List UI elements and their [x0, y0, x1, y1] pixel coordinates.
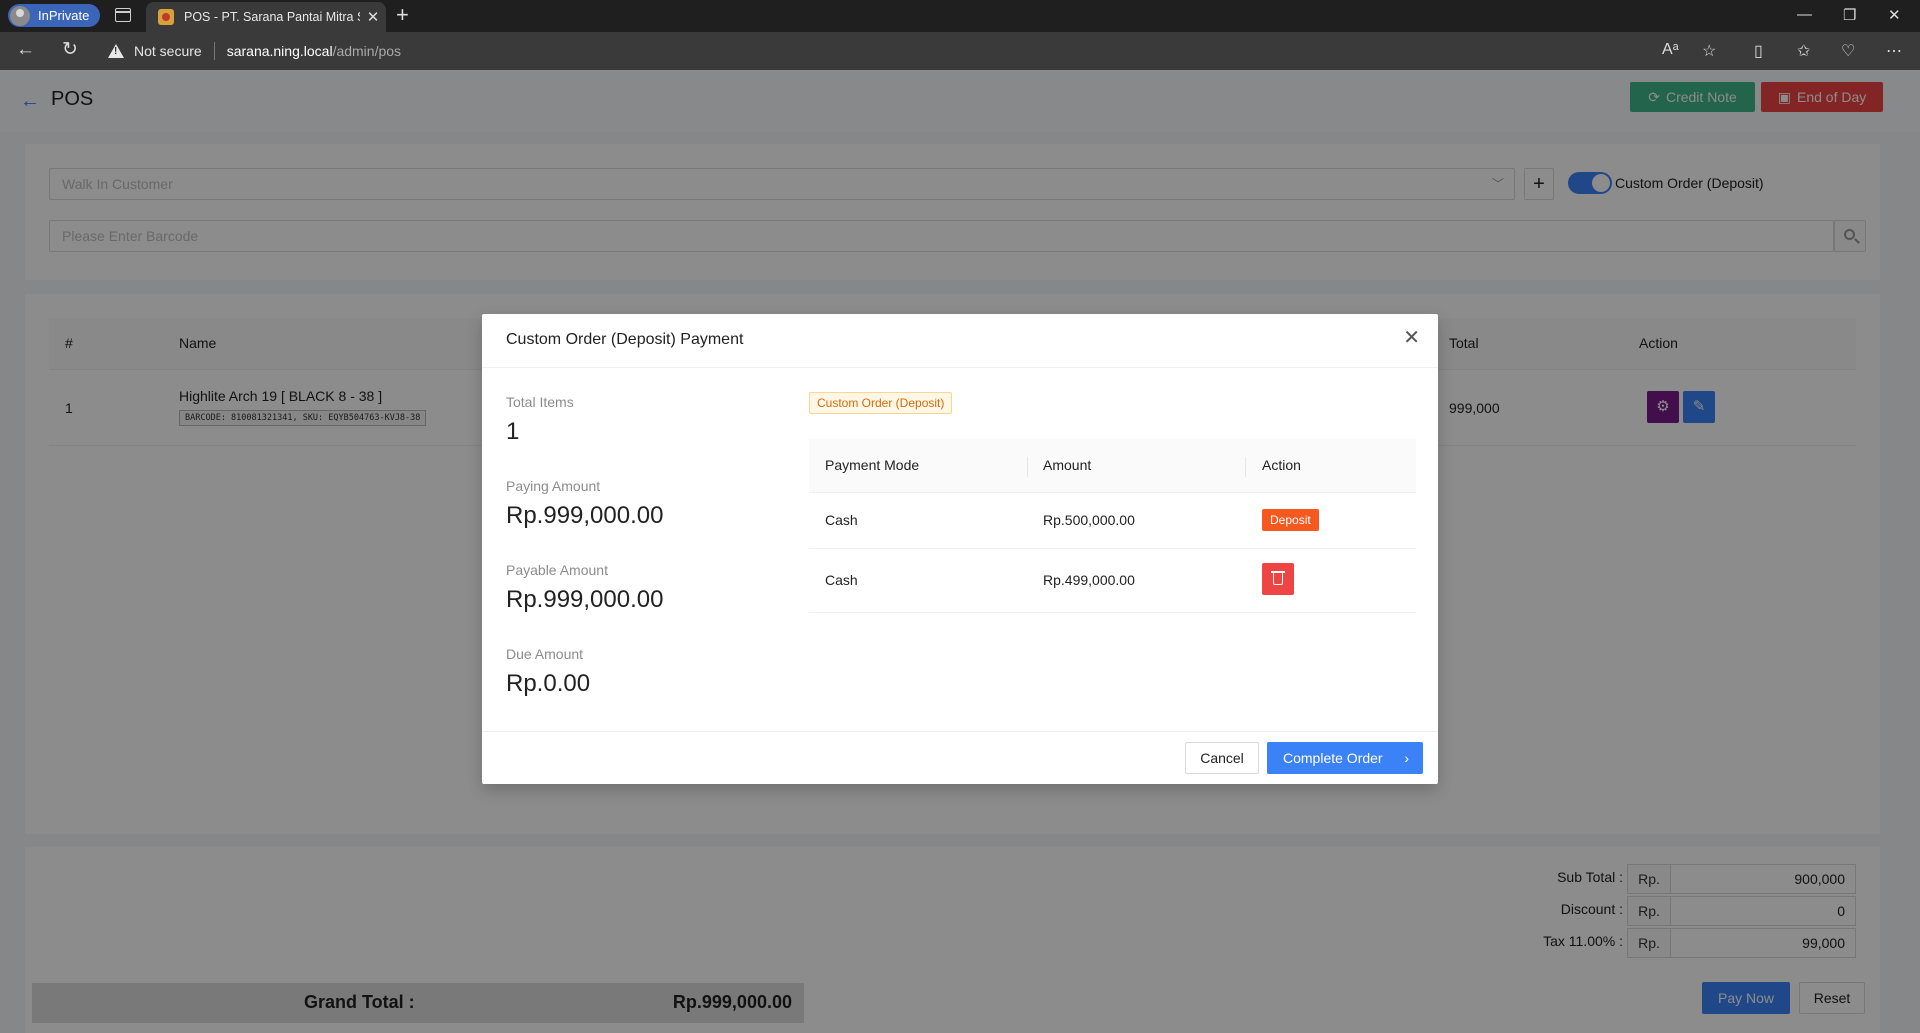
due-amount-value: Rp.0.00: [506, 670, 591, 697]
tab-title: POS - PT. Sarana Pantai Mitra Se: [184, 10, 360, 24]
col-action: Action: [1262, 457, 1301, 473]
paying-amount-value: Rp.999,000.00: [506, 502, 664, 529]
custom-order-tag: Custom Order (Deposit): [809, 392, 953, 414]
payment-mode: Cash: [825, 572, 858, 588]
restore-icon[interactable]: ❐: [1843, 6, 1856, 24]
payment-amount: Rp.500,000.00: [1043, 512, 1135, 528]
paying-amount-label: Paying Amount: [506, 478, 601, 494]
payment-amount: Rp.499,000.00: [1043, 572, 1135, 588]
url-host: sarana.ning.local: [226, 43, 333, 59]
deposit-payment-modal: Custom Order (Deposit) Payment ✕ Total I…: [482, 314, 1438, 784]
payable-amount-label: Payable Amount: [506, 562, 608, 578]
close-window-icon[interactable]: ✕: [1888, 6, 1901, 24]
payment-row: Cash Rp.499,000.00: [809, 549, 1416, 613]
address-bar: ← ↻ Not secure sarana.ning.local /admin/…: [0, 32, 1920, 70]
refresh-icon[interactable]: ↻: [62, 40, 78, 60]
modal-footer: Cancel Complete Order ›: [482, 731, 1438, 784]
browser-tabbar: InPrivate POS - PT. Sarana Pantai Mitra …: [0, 0, 1920, 32]
modal-header: Custom Order (Deposit) Payment ✕: [482, 314, 1438, 368]
payment-mode: Cash: [825, 512, 858, 528]
complete-order-button[interactable]: Complete Order ›: [1267, 742, 1423, 774]
cancel-button[interactable]: Cancel: [1185, 742, 1259, 774]
warning-icon: [108, 44, 124, 58]
tab-actions-icon[interactable]: [115, 8, 131, 22]
modal-title: Custom Order (Deposit) Payment: [506, 331, 744, 348]
back-icon[interactable]: ←: [16, 40, 35, 60]
payment-row: Cash Rp.500,000.00 Deposit: [809, 493, 1416, 549]
col-payment-mode: Payment Mode: [825, 457, 920, 473]
payments-table-header: Payment Mode Amount Action: [809, 439, 1416, 493]
site-favicon-icon: [158, 9, 174, 25]
complete-order-label: Complete Order: [1283, 750, 1383, 766]
total-items-value: 1: [506, 418, 520, 445]
deposit-badge: Deposit: [1262, 509, 1319, 531]
url-path: /admin/pos: [332, 43, 402, 59]
inprivate-label: InPrivate: [38, 8, 90, 23]
more-menu-icon[interactable]: ⋯: [1886, 41, 1902, 61]
security-label: Not secure: [134, 43, 202, 59]
delete-payment-button[interactable]: [1262, 563, 1294, 595]
read-aloud-icon[interactable]: Aᵃ: [1662, 41, 1679, 59]
favorite-star-icon[interactable]: ☆: [1702, 41, 1716, 61]
due-amount-label: Due Amount: [506, 646, 584, 662]
split-screen-icon[interactable]: ▯: [1754, 41, 1763, 61]
total-items-label: Total Items: [506, 394, 574, 410]
profile-avatar-icon: [10, 5, 30, 26]
browser-essentials-icon[interactable]: ♡: [1841, 41, 1855, 61]
minimize-icon[interactable]: —: [1797, 6, 1812, 23]
col-amount: Amount: [1043, 457, 1092, 473]
inprivate-badge[interactable]: InPrivate: [8, 4, 100, 27]
close-icon[interactable]: ✕: [1403, 328, 1420, 348]
payments-table: Payment Mode Amount Action Cash Rp.500,0…: [809, 439, 1416, 613]
close-tab-icon[interactable]: ✕: [360, 8, 386, 26]
browser-tab[interactable]: POS - PT. Sarana Pantai Mitra Se ✕: [146, 2, 386, 32]
chevron-right-icon: ›: [1404, 750, 1409, 766]
payable-amount-value: Rp.999,000.00: [506, 586, 664, 613]
url-field[interactable]: Not secure sarana.ning.local /admin/pos: [108, 36, 1668, 66]
new-tab-icon[interactable]: +: [396, 4, 409, 26]
favorites-icon[interactable]: ✩: [1797, 41, 1810, 61]
